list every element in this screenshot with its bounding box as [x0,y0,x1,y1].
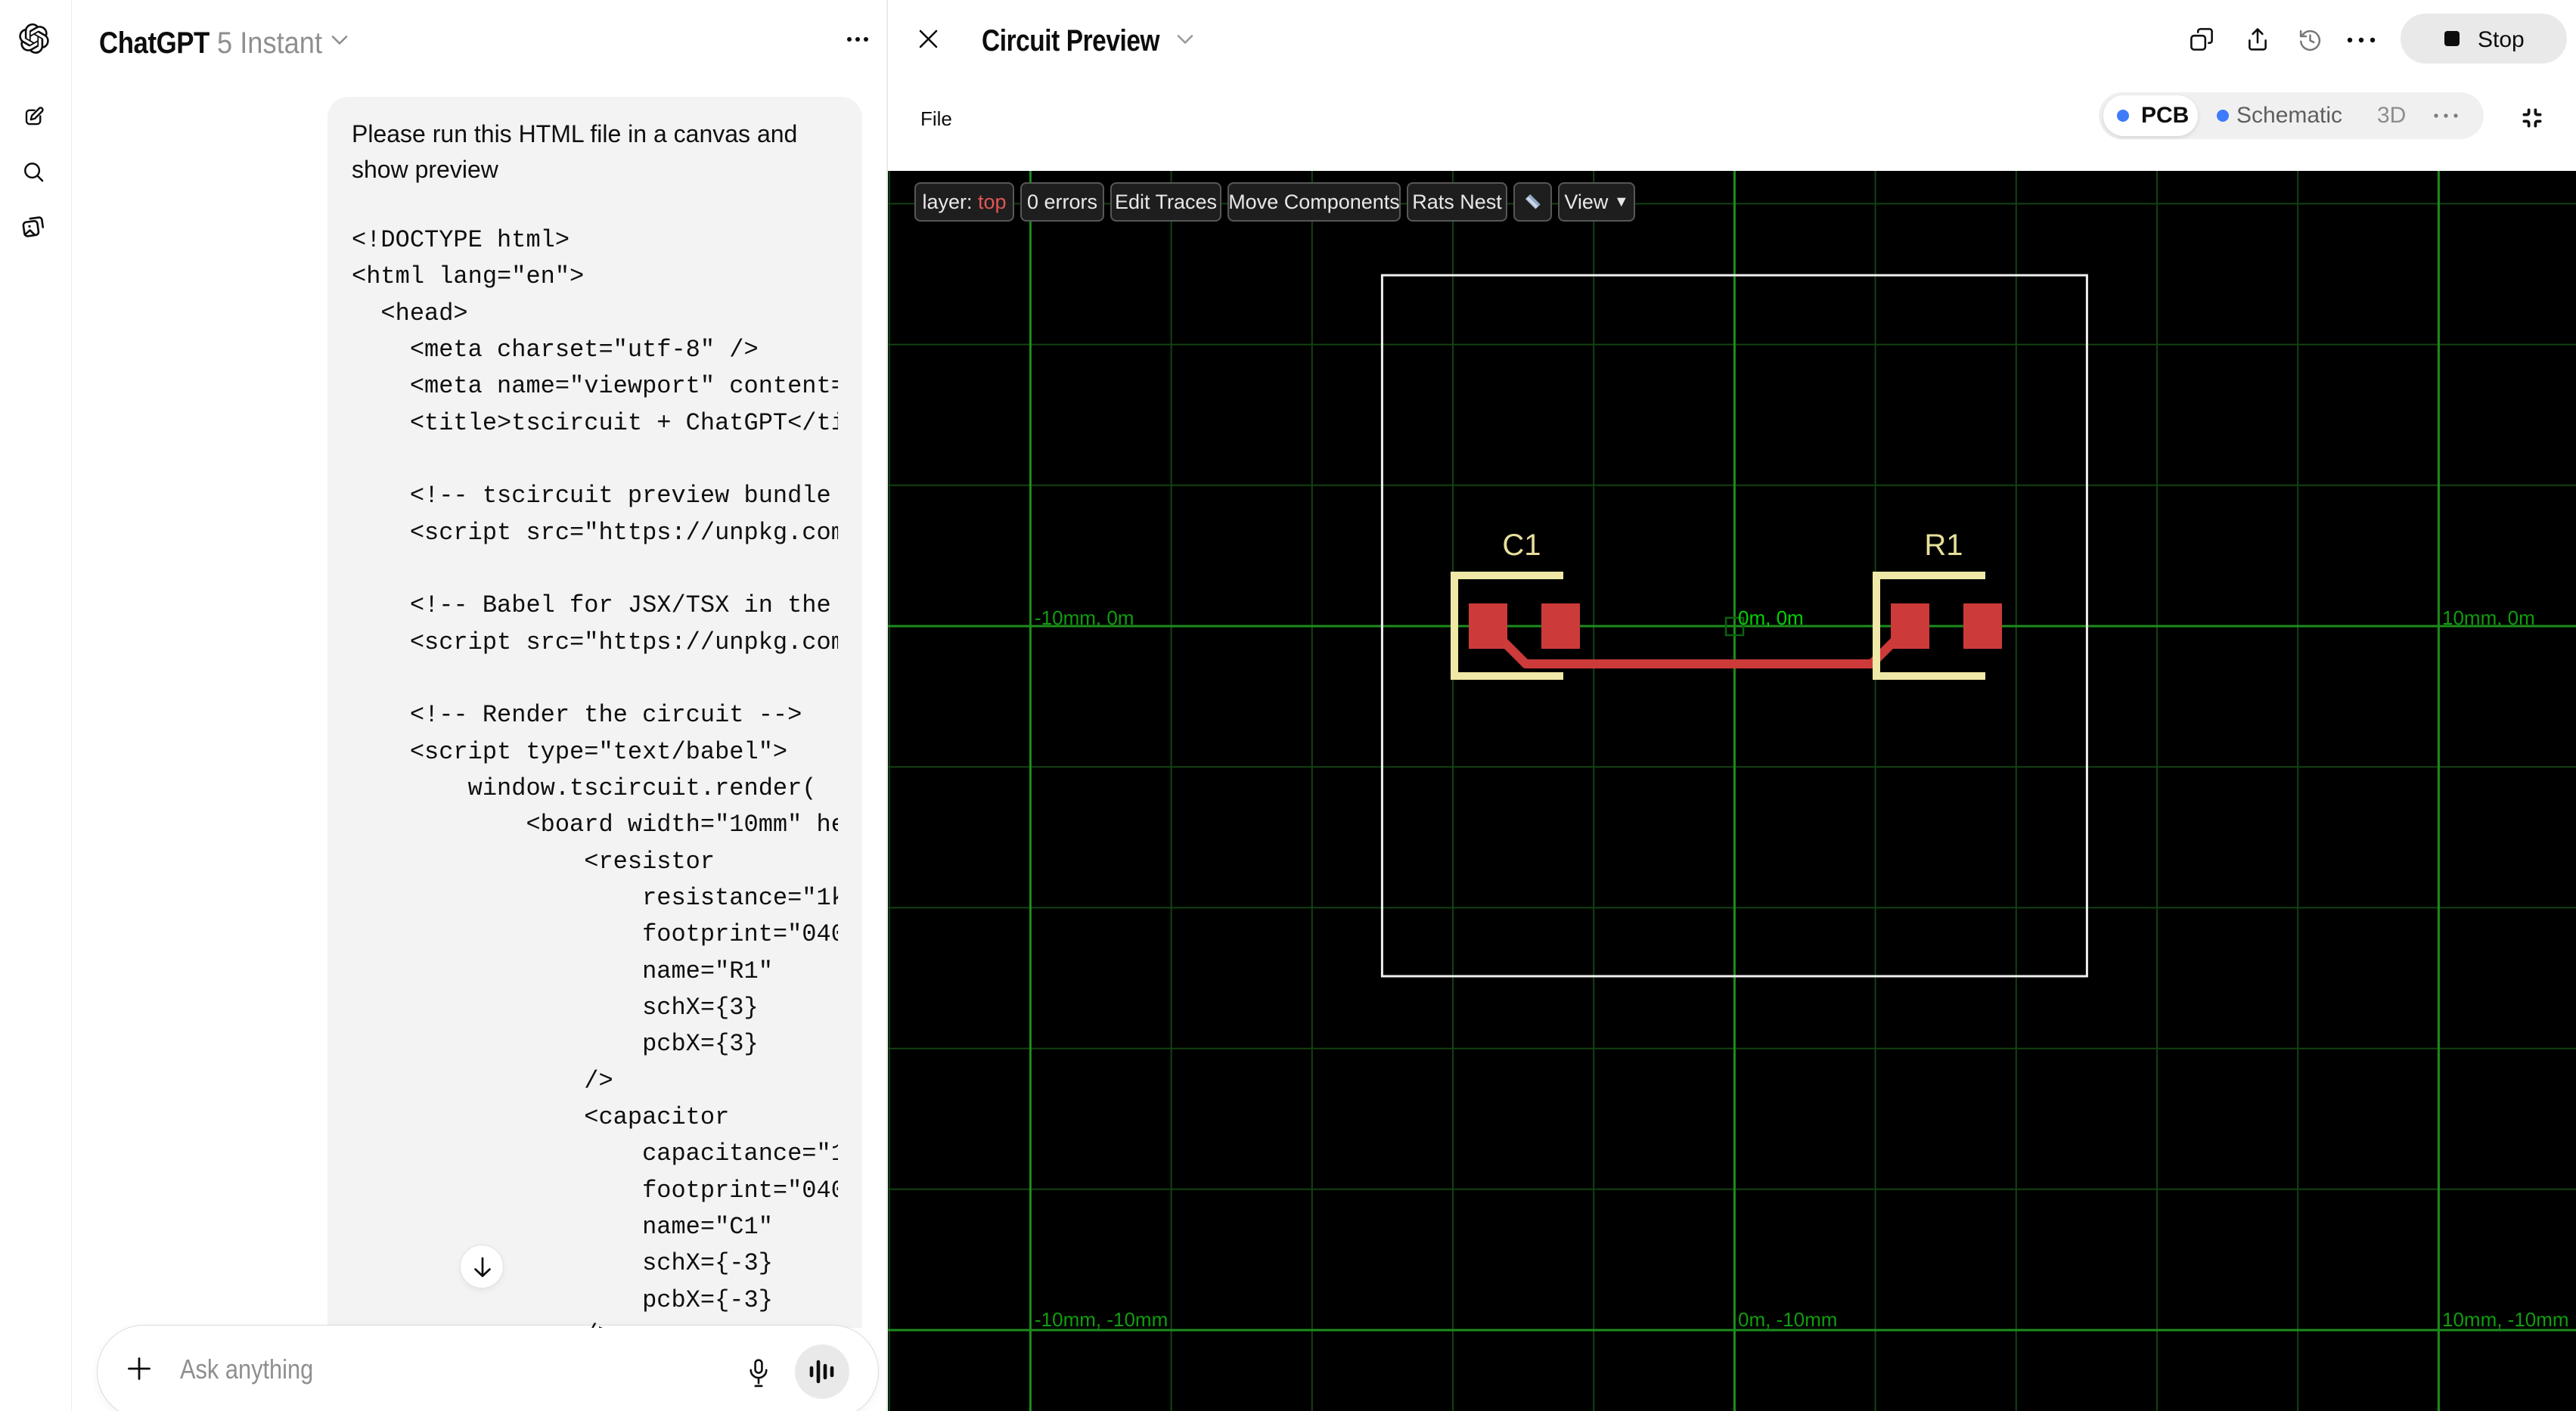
svg-text:0m, -10mm: 0m, -10mm [1738,1308,1837,1331]
svg-text:-10mm, -10mm: -10mm, -10mm [1035,1308,1168,1331]
svg-text:10mm, 0m: 10mm, 0m [2442,606,2535,629]
svg-text:0m, 0m: 0m, 0m [1738,606,1804,629]
svg-text:10mm, -10mm: 10mm, -10mm [2442,1308,2569,1331]
svg-text:-10mm, 0m: -10mm, 0m [1035,606,1134,629]
svg-text:C1: C1 [1502,529,1541,562]
svg-text:R1: R1 [1924,529,1963,562]
